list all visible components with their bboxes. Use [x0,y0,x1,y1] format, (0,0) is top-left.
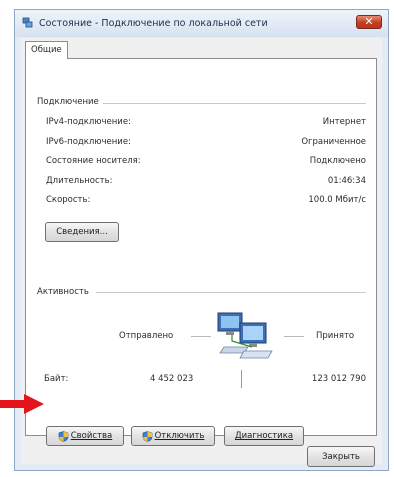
details-button[interactable]: Сведения... [45,222,119,242]
media-state-label: Состояние носителя: [46,156,141,166]
title-bar[interactable]: Состояние - Подключение по локальной сет… [15,10,388,37]
tab-general[interactable]: Общие [25,41,68,59]
close-button-label: Закрыть [322,451,360,462]
network-icon [22,17,33,28]
bytes-received-value: 123 012 790 [311,374,366,384]
sent-label: Отправлено [119,331,174,341]
ipv6-label: IPv6-подключение: [46,137,131,147]
activity-group-divider [96,292,366,293]
tab-general-label: Общие [31,45,62,55]
shield-icon [58,430,69,442]
bytes-sent-value: 4 452 023 [150,374,194,384]
connection-group-divider [96,103,366,104]
ipv4-value: Интернет [322,117,366,127]
duration-value: 01:46:34 [327,176,366,186]
speed-label: Скорость: [46,195,91,205]
sent-line [191,336,211,337]
details-button-label: Сведения... [56,227,108,237]
ipv6-value: Ограниченное [301,137,366,147]
diagnose-button-label: Диагностика [234,431,294,441]
activity-separator [241,370,242,388]
activity-group-title: Активность [37,287,93,297]
network-activity-icon [217,312,273,359]
close-icon: ✕ [364,15,374,28]
speed-value: 100.0 Мбит/с [308,195,366,205]
diagnose-button[interactable]: Диагностика [224,426,304,446]
close-button[interactable]: Закрыть [307,446,375,467]
disable-button[interactable]: Отключить [131,426,215,446]
received-line [284,336,304,337]
bytes-label: Байт: [44,374,69,384]
general-tab-panel: Подключение IPv4-подключение: Интернет I… [25,58,377,446]
red-arrow-pointer [0,394,44,414]
connection-group-title: Подключение [37,97,103,107]
ipv4-label: IPv4-подключение: [46,117,131,127]
shield-icon [142,430,152,442]
window-title: Состояние - Подключение по локальной сет… [39,18,268,29]
properties-button-label: Свойства [70,431,113,441]
status-window: Состояние - Подключение по локальной сет… [14,9,389,471]
properties-button[interactable]: Свойства [46,426,124,446]
close-window-button[interactable]: ✕ [356,15,382,29]
window-client-area: Общие Подключение IPv4-подключение: Инте… [21,38,382,467]
received-label: Принято [316,331,355,341]
duration-label: Длительность: [46,176,113,186]
media-state-value: Подключено [309,156,366,166]
disable-button-label: Отключить [154,431,205,441]
